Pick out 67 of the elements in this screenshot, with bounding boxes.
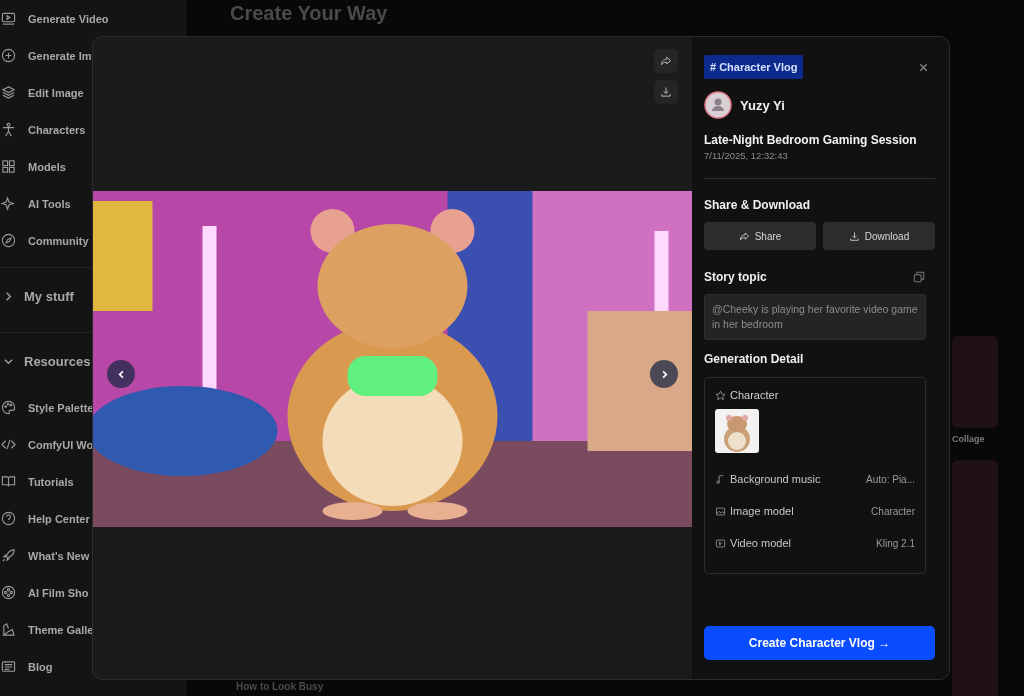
book-icon <box>1 474 16 489</box>
help-icon <box>1 511 16 526</box>
sidebar-item[interactable]: Theme Galle <box>0 611 185 648</box>
palette-icon <box>1 400 16 415</box>
section-heading: Story topic <box>704 270 767 284</box>
sidebar-item[interactable]: AI Film Sho <box>0 574 185 611</box>
author-name: Yuzy Yi <box>740 97 785 113</box>
music-icon <box>715 473 726 485</box>
image-icon <box>715 505 726 517</box>
sidebar-item[interactable]: Generate Video <box>0 0 185 37</box>
grid-icon <box>1 159 16 174</box>
section-header[interactable]: My stuff <box>0 268 185 324</box>
sparkle-icon <box>1 196 16 211</box>
news-icon <box>1 659 16 674</box>
create-button[interactable]: Create Character Vlog → <box>704 626 935 660</box>
person-icon <box>1 122 16 137</box>
sidebar-item[interactable]: Characters <box>0 111 185 148</box>
timestamp: 7/11/2025, 12:32:43 <box>704 150 789 161</box>
download-icon <box>848 230 860 242</box>
sidebar-item[interactable]: AI Tools <box>0 185 185 222</box>
chevron-right-icon <box>3 290 14 302</box>
section-heading: Share & Download <box>704 198 811 212</box>
card-caption: How to Look Busy <box>236 681 324 692</box>
brush-icon <box>1 622 16 637</box>
video-icon <box>715 537 726 549</box>
share-icon-button[interactable] <box>654 49 678 73</box>
download-button[interactable]: Download <box>823 222 935 250</box>
detail-label: Video model <box>730 537 791 549</box>
sidebar-item[interactable]: Community <box>0 222 185 259</box>
sidebar-item[interactable]: Tutorials <box>0 463 185 500</box>
compass-icon <box>1 233 16 248</box>
detail-label: Background music <box>730 473 821 485</box>
rocket-icon <box>1 548 16 563</box>
section-header[interactable]: Resources <box>0 333 185 389</box>
detail-value: Kling 2.1 <box>876 537 915 549</box>
share-button[interactable]: Share <box>704 222 816 250</box>
sidebar-item[interactable]: Style Palette <box>0 389 185 426</box>
plus-icon <box>1 48 16 63</box>
video-title: Late-Night Bedroom Gaming Session <box>704 133 918 147</box>
avatar-icon <box>704 91 732 119</box>
sidebar-item[interactable]: Models <box>0 148 185 185</box>
detail-value: Character <box>871 505 915 517</box>
video-icon <box>1 11 16 26</box>
share-icon <box>738 230 750 242</box>
sidebar-item[interactable]: Help Center <box>0 500 185 537</box>
category-tag[interactable]: # Character Vlog <box>704 55 804 79</box>
star-icon <box>715 389 726 401</box>
download-icon <box>660 86 672 98</box>
page-heading: Create Your Way <box>230 2 389 25</box>
layers-icon <box>1 85 16 100</box>
sidebar-item[interactable]: Edit Image <box>0 74 185 111</box>
story-topic-field[interactable]: @Cheeky is playing her favorite video game in her bedroom <box>704 294 926 340</box>
detail-value: Auto: Pia... <box>866 473 915 485</box>
download-icon-button[interactable] <box>654 80 678 104</box>
share-icon <box>660 55 672 67</box>
sidebar-item[interactable]: ComfyUI Wo <box>0 426 185 463</box>
copy-icon[interactable] <box>913 271 925 283</box>
sidebar-item[interactable]: What's New <box>0 537 185 574</box>
sidebar-item[interactable]: Generate Im <box>0 37 185 74</box>
sidebar-item[interactable]: Blog <box>0 648 185 685</box>
film-icon <box>1 585 16 600</box>
code-icon <box>1 437 16 452</box>
close-icon[interactable] <box>918 61 929 73</box>
detail-label: Character <box>730 389 779 401</box>
card-caption: Collage <box>952 434 986 444</box>
section-heading: Generation Detail <box>704 352 805 366</box>
detail-label: Image model <box>730 505 794 517</box>
